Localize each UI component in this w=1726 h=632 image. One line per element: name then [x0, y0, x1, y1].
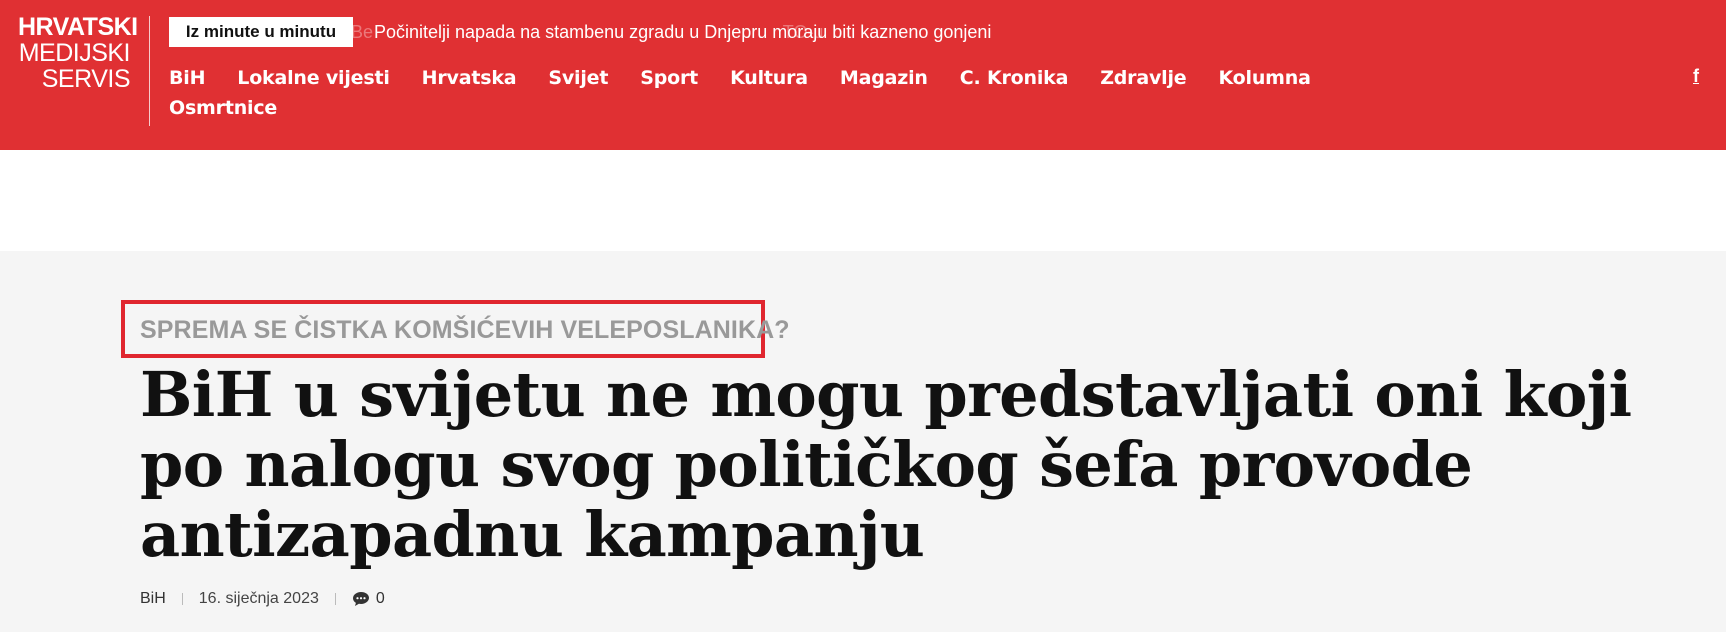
article-date: 16. siječnja 2023 [198, 590, 319, 607]
nav-item-bih[interactable]: BiH [169, 66, 205, 90]
nav-item-osmrtnice[interactable]: Osmrtnice [169, 96, 277, 120]
logo-divider [149, 16, 150, 126]
nav-item-hrvatska[interactable]: Hrvatska [422, 66, 517, 90]
article-meta: BiH 16. siječnja 2023 0 [140, 590, 385, 608]
comments-link[interactable]: 0 [352, 590, 385, 608]
site-logo[interactable]: HRVATSKI MEDIJSKI SERVIS [18, 13, 138, 93]
meta-divider [334, 593, 336, 605]
logo-line-1: HRVATSKI [18, 13, 138, 41]
logo-line-2: MEDIJSKI [18, 39, 131, 67]
nav-item-c-kronika[interactable]: C. Kronika [960, 66, 1069, 90]
nav-item-kultura[interactable]: Kultura [730, 66, 808, 90]
main-nav: BiH Lokalne vijesti Hrvatska Svijet Spor… [169, 66, 1369, 120]
nav-item-sport[interactable]: Sport [640, 66, 698, 90]
ad-space [0, 150, 1726, 251]
article-kicker: SPREMA SE ČISTKA KOMŠIĆEVIH VELEPOSLANIK… [140, 316, 790, 344]
site-header: HRVATSKI MEDIJSKI SERVIS Iz minute u min… [0, 0, 1726, 150]
facebook-icon[interactable]: f [1693, 66, 1699, 87]
nav-item-svijet[interactable]: Svijet [548, 66, 608, 90]
meta-divider [181, 593, 183, 605]
nav-item-kolumna[interactable]: Kolumna [1218, 66, 1310, 90]
nav-item-magazin[interactable]: Magazin [840, 66, 928, 90]
logo-line-3: SERVIS [41, 65, 131, 93]
article-headline: BiH u svijetu ne mogu predstavljati oni … [140, 358, 1632, 571]
article-category-link[interactable]: BiH [140, 590, 166, 608]
nav-item-zdravlje[interactable]: Zdravlje [1100, 66, 1186, 90]
comment-bubble-icon [352, 592, 369, 606]
ticker-label: Iz minute u minutu [169, 17, 353, 47]
ticker-headline-link[interactable]: Počinitelji napada na stambenu zgradu u … [374, 20, 991, 44]
nav-item-lokalne-vijesti[interactable]: Lokalne vijesti [237, 66, 390, 90]
comment-count: 0 [375, 590, 385, 607]
